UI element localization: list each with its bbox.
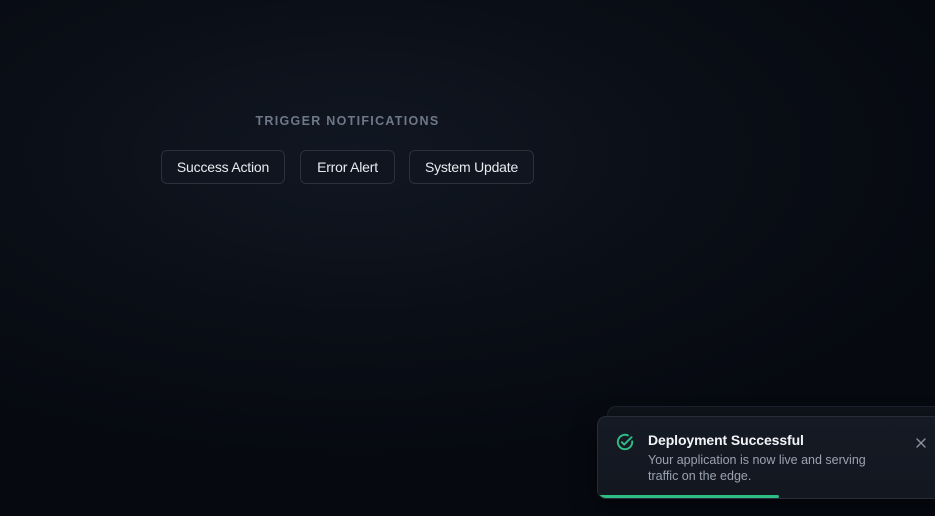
- success-toast: Deployment Successful Your application i…: [597, 416, 935, 499]
- check-circle-icon: [615, 432, 635, 452]
- toast-message: Your application is now live and serving…: [648, 453, 866, 483]
- button-row: Success Action Error Alert System Update: [161, 150, 534, 184]
- trigger-panel: TRIGGER NOTIFICATIONS Success Action Err…: [161, 112, 534, 184]
- toast-progress-bar: [598, 495, 779, 498]
- system-update-button[interactable]: System Update: [409, 150, 534, 184]
- close-icon[interactable]: [910, 434, 932, 452]
- toast-title: Deployment Successful: [648, 432, 804, 448]
- error-alert-button[interactable]: Error Alert: [300, 150, 395, 184]
- success-action-button[interactable]: Success Action: [161, 150, 285, 184]
- section-title: TRIGGER NOTIFICATIONS: [255, 114, 440, 128]
